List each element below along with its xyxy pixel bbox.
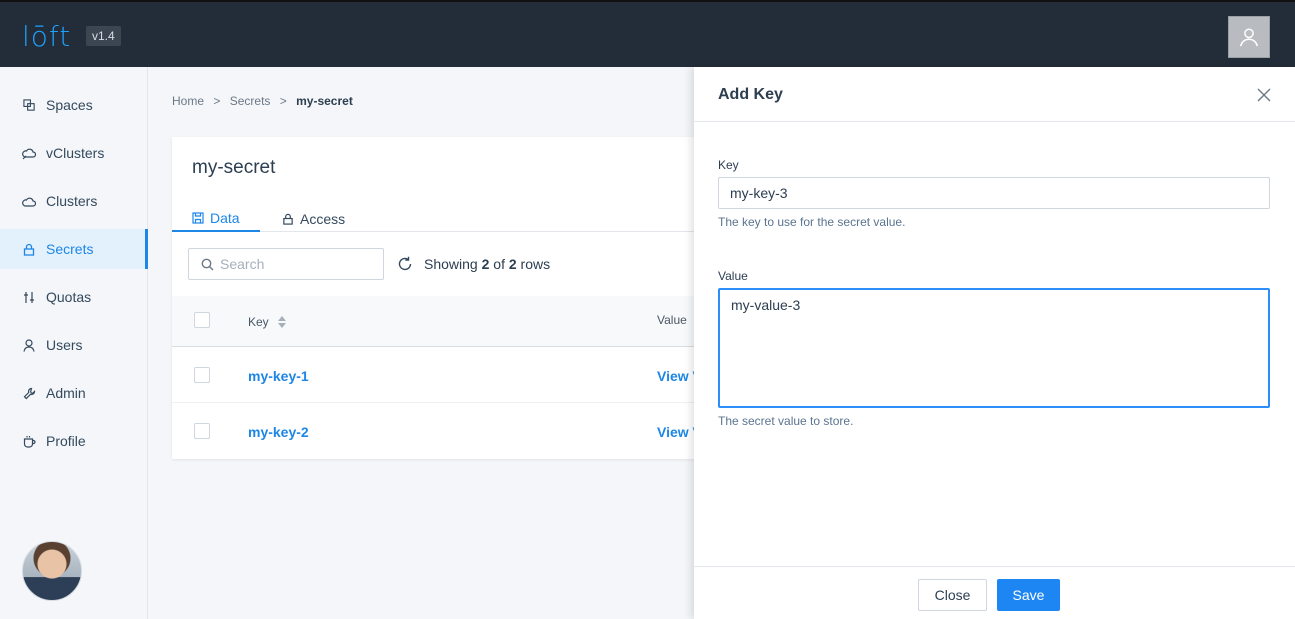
drawer-footer: Close Save <box>694 566 1295 619</box>
breadcrumb: Home > Secrets > my-secret <box>172 94 359 108</box>
table-row: my-key-2 View V <box>172 403 732 459</box>
breadcrumb-home[interactable]: Home <box>172 94 204 108</box>
user-icon <box>22 338 36 352</box>
loft-logo[interactable]: lōft <box>22 20 71 53</box>
row-count: Showing 2 of 2 rows <box>424 256 550 272</box>
lock-icon <box>282 213 294 225</box>
key-link[interactable]: my-key-2 <box>248 424 309 440</box>
breadcrumb-secrets[interactable]: Secrets <box>230 94 271 108</box>
version-badge: v1.4 <box>86 26 121 46</box>
sidebar-item-admin[interactable]: Admin <box>0 373 148 413</box>
sidebar-item-label: Spaces <box>46 97 93 113</box>
user-menu-avatar[interactable] <box>1228 16 1270 58</box>
row-count-suffix: rows <box>520 256 551 272</box>
coffee-icon <box>22 434 36 448</box>
sidebar-item-spaces[interactable]: Spaces <box>0 85 148 125</box>
breadcrumb-separator: > <box>213 94 221 108</box>
tab-label: Access <box>300 210 346 227</box>
search-box <box>188 248 384 280</box>
sort-icon <box>277 316 286 328</box>
row-count-total: 2 <box>508 256 517 272</box>
spaces-icon <box>22 98 36 112</box>
sidebar-item-clusters[interactable]: Clusters <box>0 181 148 221</box>
secret-card: my-secret Data Access Showing 2 of 2 row… <box>172 137 732 459</box>
value-textarea[interactable]: my-value-3 <box>718 288 1270 408</box>
drawer-title: Add Key <box>718 86 783 103</box>
drawer-header: Add Key <box>694 67 1295 122</box>
sidebar-item-label: vClusters <box>46 145 105 161</box>
sidebar-item-profile[interactable]: Profile <box>0 421 148 461</box>
refresh-icon[interactable] <box>397 256 413 272</box>
tab-access[interactable]: Access <box>262 205 365 232</box>
row-count-of: of <box>493 256 505 272</box>
column-header-value: Value <box>657 313 687 327</box>
sidebar-item-label: Clusters <box>46 193 98 209</box>
lock-icon <box>22 242 36 256</box>
add-key-drawer: Add Key Key The key to use for the secre… <box>694 67 1295 619</box>
sidebar-item-vclusters[interactable]: vClusters <box>0 133 148 173</box>
row-count-shown: 2 <box>481 256 490 272</box>
sidebar-item-label: Users <box>46 337 83 353</box>
search-icon <box>201 258 214 270</box>
sidebar-item-label: Profile <box>46 433 86 449</box>
sidebar: Spaces vClusters Clusters Secrets Quotas… <box>0 67 148 619</box>
tab-label: Data <box>210 209 240 226</box>
key-field-label: Key <box>718 158 739 172</box>
vcluster-icon <box>22 146 36 160</box>
row-checkbox[interactable] <box>194 423 210 439</box>
search-input[interactable] <box>220 256 370 272</box>
sidebar-item-users[interactable]: Users <box>0 325 148 365</box>
row-count-prefix: Showing <box>424 256 478 272</box>
sidebar-item-quotas[interactable]: Quotas <box>0 277 148 317</box>
column-header-key[interactable]: Key <box>248 315 286 329</box>
sliders-icon <box>22 290 36 304</box>
close-icon[interactable] <box>1256 87 1272 103</box>
tab-bar: Data Access <box>172 201 732 232</box>
sidebar-item-secrets[interactable]: Secrets <box>0 229 148 269</box>
sidebar-item-label: Admin <box>46 385 86 401</box>
tab-data[interactable]: Data <box>172 205 260 232</box>
user-icon <box>1240 28 1258 47</box>
value-field-label: Value <box>718 269 748 283</box>
save-icon <box>192 211 204 224</box>
save-button[interactable]: Save <box>997 579 1060 611</box>
sidebar-item-label: Quotas <box>46 289 92 305</box>
sidebar-item-label: Secrets <box>46 241 94 257</box>
key-field-hint: The key to use for the secret value. <box>718 215 906 229</box>
breadcrumb-separator: > <box>279 94 287 108</box>
value-field-hint: The secret value to store. <box>718 414 854 428</box>
close-button[interactable]: Close <box>918 579 987 611</box>
breadcrumb-current: my-secret <box>296 94 353 108</box>
user-avatar[interactable] <box>22 541 82 601</box>
row-checkbox[interactable] <box>194 367 210 383</box>
key-input[interactable] <box>718 177 1270 209</box>
column-label: Key <box>248 315 269 329</box>
top-bar: lōft v1.4 <box>0 0 1295 67</box>
cloud-icon <box>22 194 36 208</box>
table-header: Key Value <box>172 296 732 347</box>
table-row: my-key-1 View V <box>172 347 732 403</box>
wrench-icon <box>22 386 36 400</box>
page-title: my-secret <box>192 157 276 178</box>
select-all-checkbox[interactable] <box>194 312 210 328</box>
key-link[interactable]: my-key-1 <box>248 368 309 384</box>
